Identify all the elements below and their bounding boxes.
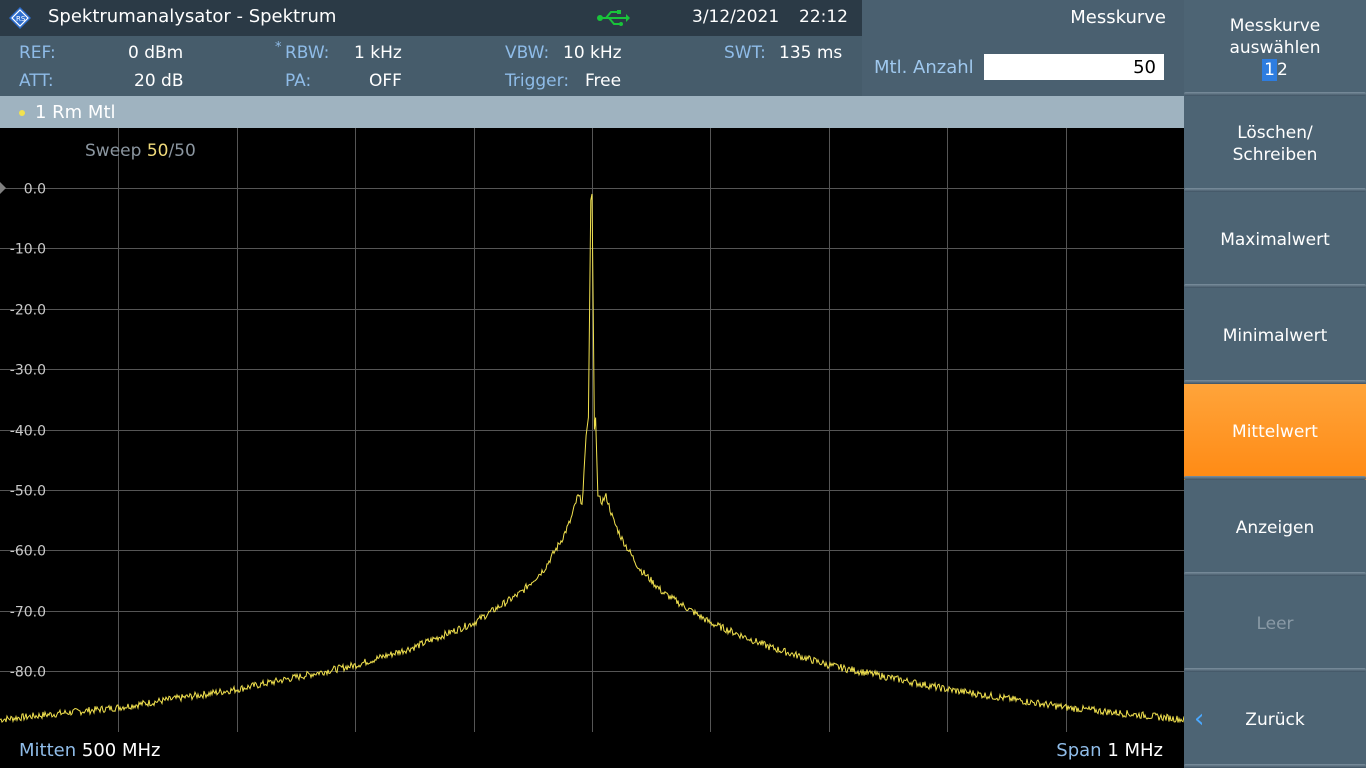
title-bar: RS Spektrumanalysator - Spektrum 3/12/20… xyxy=(0,0,862,36)
min-hold-label: Minimalwert xyxy=(1222,326,1328,346)
app-title: Spektrumanalysator - Spektrum xyxy=(48,6,337,27)
date-display: 3/12/2021 xyxy=(692,7,780,27)
trigger-label: Trigger: xyxy=(505,71,570,91)
softkey-menu: Messkurve auswählen 12 Löschen/ Schreibe… xyxy=(1184,0,1366,768)
pa-label: PA: xyxy=(285,71,312,91)
average-button[interactable]: Mittelwert xyxy=(1184,384,1366,480)
pa-value[interactable]: OFF xyxy=(369,71,402,91)
clear-write-line2: Schreiben xyxy=(1232,145,1318,165)
vbw-value[interactable]: 10 kHz xyxy=(563,43,622,63)
y-tick-label: -70.0 xyxy=(10,605,46,621)
time-display: 22:12 xyxy=(799,7,848,27)
vbw-label: VBW: xyxy=(505,43,550,63)
blank-label: Leer xyxy=(1256,614,1294,634)
trace-label[interactable]: 1 Rm Mtl xyxy=(35,102,116,123)
view-button[interactable]: Anzeigen xyxy=(1184,480,1366,576)
y-axis-labels: 0.0 -10.0 -20.0 -30.0 -40.0 -50.0 -60.0 -70.0 -8… xyxy=(10,182,46,681)
center-frequency[interactable]: Mitten 500 MHz xyxy=(19,740,160,761)
blank-button[interactable]: Leer xyxy=(1184,576,1366,672)
sweep-counter: Sweep 50/50 xyxy=(85,141,196,161)
rbw-label: RBW: xyxy=(285,43,330,63)
trace-bar xyxy=(0,96,1184,128)
menu-title: Messkurve xyxy=(1070,7,1166,28)
svg-text:RS: RS xyxy=(16,15,26,23)
menu-header: Messkurve Mtl. Anzahl xyxy=(862,0,1184,96)
swt-value[interactable]: 135 ms xyxy=(779,43,842,63)
y-tick-label: -80.0 xyxy=(10,665,46,681)
y-tick-label: -40.0 xyxy=(10,424,46,440)
average-label: Mittelwert xyxy=(1232,422,1318,442)
rbw-value[interactable]: 1 kHz xyxy=(354,43,402,63)
ref-label: REF: xyxy=(19,43,56,63)
y-tick-label: 0.0 xyxy=(24,182,46,198)
max-hold-button[interactable]: Maximalwert xyxy=(1184,192,1366,288)
footer xyxy=(0,732,1184,768)
rbw-marker: * xyxy=(275,40,282,55)
clear-write-button[interactable]: Löschen/ Schreiben xyxy=(1184,96,1366,192)
back-label: Zurück xyxy=(1245,710,1305,730)
trigger-value[interactable]: Free xyxy=(585,71,621,91)
spectrum-graph[interactable]: 0.0 -10.0 -20.0 -30.0 -40.0 -50.0 -60.0 -70.0 -8… xyxy=(0,128,1184,732)
usb-icon xyxy=(597,10,630,26)
att-label: ATT: xyxy=(19,71,54,91)
swt-label: SWT: xyxy=(724,43,766,63)
span-label: Span xyxy=(1056,740,1102,761)
trace-option-1[interactable]: 1 xyxy=(1262,59,1277,81)
parameter-bar: REF: 0 dBm ATT: 20 dB * RBW: 1 kHz PA: O… xyxy=(0,36,862,96)
span-frequency[interactable]: Span 1 MHz xyxy=(1056,740,1163,761)
select-trace-button[interactable]: Messkurve auswählen 12 xyxy=(1184,0,1366,96)
select-trace-line2: auswählen xyxy=(1229,38,1321,58)
att-value[interactable]: 20 dB xyxy=(134,71,184,91)
y-tick-label: -30.0 xyxy=(10,363,46,379)
rs-logo-icon: RS xyxy=(9,7,31,29)
average-count-label: Mtl. Anzahl xyxy=(874,57,974,78)
ref-level-marker xyxy=(0,182,6,194)
min-hold-button[interactable]: Minimalwert xyxy=(1184,288,1366,384)
span-value: 1 MHz xyxy=(1107,740,1163,761)
center-label: Mitten xyxy=(19,740,77,761)
y-tick-label: -50.0 xyxy=(10,484,46,500)
select-trace-line1: Messkurve xyxy=(1229,16,1321,36)
chevron-left-icon: ‹ xyxy=(1194,704,1205,734)
max-hold-label: Maximalwert xyxy=(1220,230,1330,250)
trace-color-dot xyxy=(19,110,25,116)
y-tick-label: -60.0 xyxy=(10,544,46,560)
average-count-input[interactable] xyxy=(984,54,1164,80)
sweep-prefix: Sweep xyxy=(85,141,147,161)
view-label: Anzeigen xyxy=(1235,518,1315,538)
center-value: 500 MHz xyxy=(81,740,161,761)
ref-value[interactable]: 0 dBm xyxy=(128,43,183,63)
back-button[interactable]: Zurück xyxy=(1184,672,1366,768)
clear-write-line1: Löschen/ xyxy=(1237,123,1313,143)
sweep-current: 50 xyxy=(146,141,169,161)
trace-option-2[interactable]: 2 xyxy=(1277,60,1288,80)
y-tick-label: -20.0 xyxy=(10,303,46,319)
sweep-total: /50 xyxy=(168,141,196,161)
y-tick-label: -10.0 xyxy=(10,242,46,258)
